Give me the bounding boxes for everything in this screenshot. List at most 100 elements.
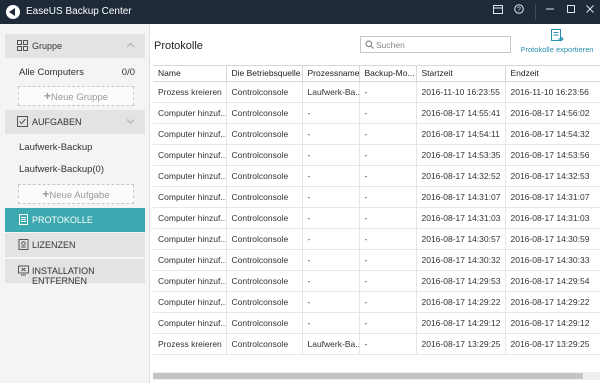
table-cell: 2016-08-17 14:53:56	[505, 144, 600, 166]
table-cell: 2016-08-17 14:54:32	[505, 123, 600, 145]
tasks-section-header[interactable]: AUFGABEN	[5, 110, 145, 134]
table-cell: Computer hinzuf...	[153, 291, 227, 313]
table-row[interactable]: Prozess kreieren Controlconsole Laufwerk-B…	[153, 333, 600, 355]
table-cell: Controlconsole	[226, 144, 303, 166]
table-row[interactable]: Computer hinzuf... Controlconsole - -2016-0…	[153, 165, 600, 187]
table-cell: -	[359, 207, 417, 229]
table-cell: Prozess kreieren	[153, 333, 227, 355]
table-cell: -	[359, 333, 417, 355]
table-cell: -	[302, 144, 360, 166]
minimize-icon[interactable]	[542, 4, 558, 20]
table-row[interactable]: Computer hinzuf... Controlconsole - -2016-0…	[153, 144, 600, 166]
column-header-name[interactable]: Name	[153, 66, 227, 82]
table-cell: 2016-08-17 14:31:03	[505, 207, 600, 229]
table-cell: Computer hinzuf...	[153, 186, 227, 208]
table-cell: 2016-08-17 14:29:54	[505, 270, 600, 292]
checkbox-icon	[17, 116, 28, 127]
table-cell: -	[359, 249, 417, 271]
column-header-process[interactable]: Prozessname	[302, 66, 360, 82]
new-task-button[interactable]: +Neue Aufgabe	[18, 184, 134, 204]
main-content: Protokolle Protokolle exportieren Name D…	[151, 24, 600, 383]
nav-licenses-label: LIZENZEN	[32, 240, 76, 250]
task-item[interactable]: Laufwerk-Backup	[19, 142, 92, 153]
table-cell: Computer hinzuf...	[153, 207, 227, 229]
task-item[interactable]: Laufwerk-Backup(0)	[19, 164, 104, 175]
nav-item-logs[interactable]: PROTOKOLLE	[5, 208, 145, 232]
table-cell: 2016-08-17 14:31:03	[416, 207, 506, 229]
table-cell: 2016-08-17 14:30:57	[416, 228, 506, 250]
table-cell: 2016-08-17 14:29:12	[505, 312, 600, 334]
new-task-label: Neue Aufgabe	[49, 190, 110, 201]
table-cell: 2016-08-17 14:30:59	[505, 228, 600, 250]
column-header-end-time[interactable]: Endzeit	[505, 66, 600, 82]
table-cell: 2016-08-17 13:29:25	[416, 333, 506, 355]
table-row[interactable]: Computer hinzuf... Controlconsole - -2016-0…	[153, 291, 600, 313]
table-cell: 2016-11-10 16:23:55	[416, 81, 506, 103]
export-logs-button[interactable]: Protokolle exportieren	[516, 29, 598, 59]
table-cell: Computer hinzuf...	[153, 123, 227, 145]
scrollbar-thumb[interactable]	[153, 373, 583, 379]
table-cell: Computer hinzuf...	[153, 144, 227, 166]
all-computers-label[interactable]: Alle Computers	[19, 67, 84, 78]
page-title: Protokolle	[154, 40, 203, 52]
table-cell: -	[359, 123, 417, 145]
nav-logs-label: PROTOKOLLE	[32, 215, 93, 225]
table-cell: Controlconsole	[226, 249, 303, 271]
table-cell: -	[359, 228, 417, 250]
new-group-label: Neue Gruppe	[50, 92, 109, 103]
table-row[interactable]: Computer hinzuf... Controlconsole - -2016-0…	[153, 123, 600, 145]
chevron-down-icon[interactable]	[126, 116, 135, 126]
table-cell: Prozess kreieren	[153, 81, 227, 103]
window-title: EaseUS Backup Center	[26, 6, 132, 17]
table-cell: Laufwerk-Ba...	[302, 333, 360, 355]
nav-item-licenses[interactable]: LIZENZEN	[5, 233, 145, 257]
table-cell: Computer hinzuf...	[153, 270, 227, 292]
table-cell: 2016-08-17 14:29:22	[505, 291, 600, 313]
table-cell: -	[302, 165, 360, 187]
table-cell: Controlconsole	[226, 186, 303, 208]
table-cell: -	[302, 207, 360, 229]
maximize-icon[interactable]	[563, 4, 579, 20]
table-row[interactable]: Computer hinzuf... Controlconsole - -2016-0…	[153, 186, 600, 208]
table-row[interactable]: Computer hinzuf... Controlconsole - -2016-0…	[153, 249, 600, 271]
table-cell: 2016-08-17 14:32:53	[505, 165, 600, 187]
table-cell: -	[359, 186, 417, 208]
table-row[interactable]: Computer hinzuf... Controlconsole - -2016-0…	[153, 312, 600, 334]
table-cell: 2016-08-17 14:53:35	[416, 144, 506, 166]
document-icon	[19, 214, 28, 225]
table-row[interactable]: Computer hinzuf... Controlconsole - -2016-0…	[153, 207, 600, 229]
table-cell: -	[359, 312, 417, 334]
table-cell: -	[359, 81, 417, 103]
app-logo-icon	[6, 5, 20, 19]
column-header-source[interactable]: Die Betriebsquelle	[226, 66, 303, 82]
new-group-button[interactable]: +Neue Gruppe	[18, 86, 134, 106]
table-row[interactable]: Prozess kreieren Controlconsole Laufwerk-B…	[153, 81, 600, 103]
table-cell: -	[302, 228, 360, 250]
table-cell: Controlconsole	[226, 333, 303, 355]
chevron-up-icon[interactable]	[126, 40, 135, 50]
help-icon[interactable]: ?	[511, 4, 527, 20]
table-cell: -	[302, 291, 360, 313]
table-cell: 2016-08-17 14:29:53	[416, 270, 506, 292]
table-row[interactable]: Computer hinzuf... Controlconsole - -2016-0…	[153, 270, 600, 292]
table-row[interactable]: Computer hinzuf... Controlconsole - -2016-0…	[153, 102, 600, 124]
svg-text:?: ?	[517, 7, 521, 14]
table-cell: 2016-08-17 13:29:25	[505, 333, 600, 355]
search-input[interactable]	[376, 38, 506, 51]
table-cell: Controlconsole	[226, 102, 303, 124]
group-header-label: Gruppe	[32, 41, 63, 51]
column-header-start-time[interactable]: Startzeit	[416, 66, 506, 82]
search-box[interactable]	[360, 36, 511, 53]
monitor-icon[interactable]	[490, 4, 506, 20]
table-cell: Controlconsole	[226, 165, 303, 187]
nav-item-remove-install[interactable]: INSTALLATION ENTFERNEN	[5, 259, 145, 286]
table-cell: -	[359, 291, 417, 313]
horizontal-scrollbar[interactable]	[153, 372, 600, 380]
table-row[interactable]: Computer hinzuf... Controlconsole - -2016-0…	[153, 228, 600, 250]
group-section-header[interactable]: Gruppe	[5, 34, 145, 58]
table-cell: 2016-08-17 14:32:52	[416, 165, 506, 187]
table-cell: 2016-08-17 14:56:02	[505, 102, 600, 124]
column-header-backup-mode[interactable]: Backup-Mo...	[359, 66, 417, 82]
close-icon[interactable]	[582, 4, 598, 20]
monitor-remove-icon	[18, 265, 29, 276]
